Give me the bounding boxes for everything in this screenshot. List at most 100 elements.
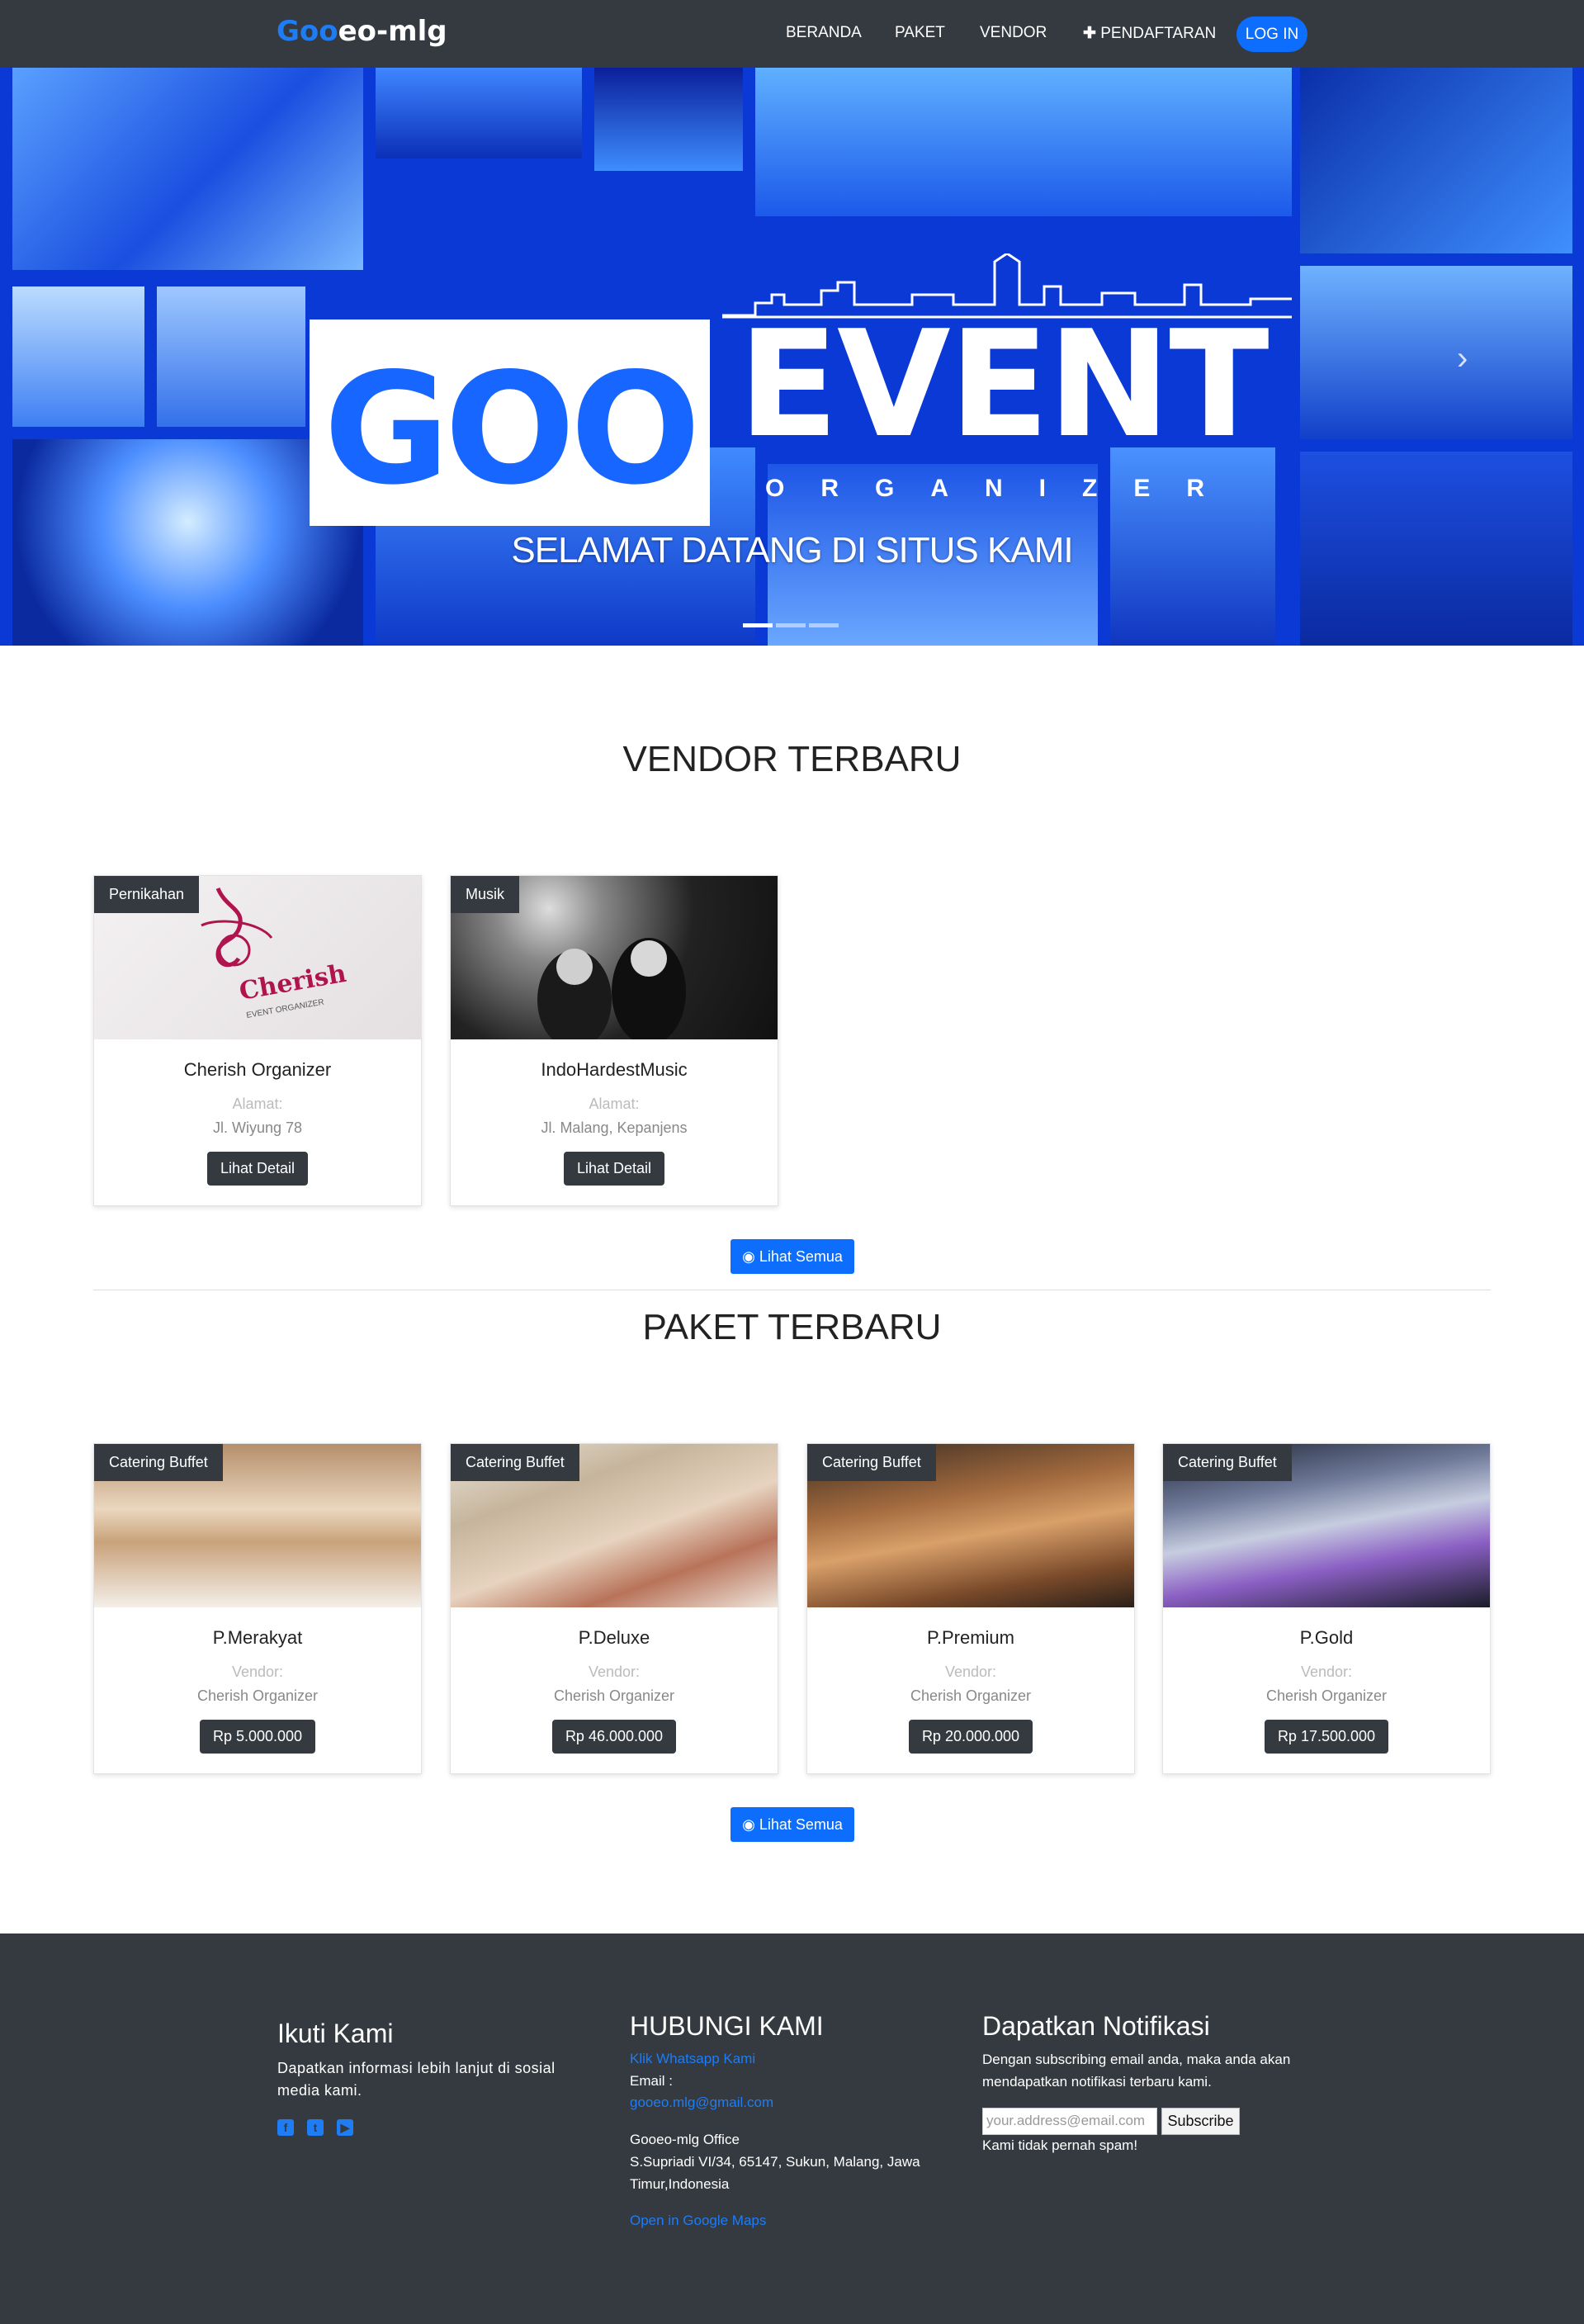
no-spam-text: Kami tidak pernah spam! [982,2137,1138,2153]
package-price-button[interactable]: Rp 17.500.000 [1264,1720,1389,1754]
hero-photo-tile [12,286,144,427]
nav-pendaftaran-label: PENDAFTARAN [1100,25,1217,42]
vendor-section-title: VENDOR TERBARU [622,739,962,779]
package-section-title: PAKET TERBARU [642,1307,942,1347]
package-vendor-label: Vendor: [588,1664,641,1680]
package-vendor: Cherish Organizer [196,1687,319,1704]
eye-icon: ◉ [742,1248,755,1265]
subscribe-email-input[interactable]: your.address@email.com [982,2108,1157,2135]
carousel-indicator[interactable] [776,623,806,627]
hero-photo-tile [594,68,743,171]
vendor-address-label: Alamat: [589,1096,640,1112]
carousel-indicators [743,617,842,632]
package-card: Catering Buffet P.Gold Vendor: Cherish O… [1162,1443,1491,1774]
package-image: Catering Buffet [1163,1444,1490,1607]
package-name: P.Merakyat [212,1627,303,1648]
brand-logo[interactable]: Gooeo-mlg [277,15,447,48]
twitter-icon[interactable]: t [307,2119,324,2136]
hero-photo-tile [1300,68,1572,253]
package-card: Catering Buffet P.Merakyat Vendor: Cheri… [93,1443,422,1774]
logo-organizer: ORGANIZER [765,475,1241,502]
nav-paket[interactable]: PAKET [895,24,945,42]
hero-caption: SELAMAT DATANG DI SITUS KAMI [511,530,1073,570]
notif-title: Dapatkan Notifikasi [982,2011,1210,2041]
carousel-indicator[interactable] [809,623,839,627]
vendor-see-all-button[interactable]: ◉ Lihat Semua [731,1239,854,1274]
nav-beranda[interactable]: BERANDA [786,24,862,42]
footer [0,1934,1584,2324]
vendor-detail-button[interactable]: Lihat Detail [563,1152,665,1186]
brand-part-1: Goo [277,15,338,48]
navbar: Gooeo-mlg BERANDA PAKET VENDOR ✚ PENDAFT… [0,0,1584,68]
vendor-name: Cherish Organizer [183,1059,332,1080]
vendor-see-all-label: Lihat Semua [759,1248,843,1265]
goo-event-logo: GOO EVENT ORGANIZER [310,253,1292,526]
email-link[interactable]: gooeo.mlg@gmail.com [630,2094,773,2111]
notif-text-1: Dengan subscribing email anda, maka anda… [982,2052,1291,2067]
follow-text-2: media kami. [277,2082,362,2099]
package-vendor: Cherish Organizer [910,1687,1032,1704]
package-see-all-button[interactable]: ◉ Lihat Semua [731,1807,854,1842]
eye-icon: ◉ [742,1816,755,1833]
package-image: Catering Buffet [807,1444,1134,1607]
package-see-all-label: Lihat Semua [759,1816,843,1833]
login-button[interactable]: LOG IN [1236,17,1307,52]
package-category-badge: Catering Buffet [451,1444,579,1481]
youtube-icon[interactable]: ▶ [337,2119,353,2136]
vendor-image: Musik [451,876,778,1039]
package-price-button[interactable]: Rp 20.000.000 [908,1720,1033,1754]
package-category-badge: Catering Buffet [94,1444,223,1481]
contact-title: HUBUNGI KAMI [630,2011,824,2041]
office-address-2: Timur,Indonesia [630,2176,730,2192]
notif-text-2: mendapatkan notifikasi terbaru kami. [982,2074,1212,2090]
package-category-badge: Catering Buffet [807,1444,936,1481]
subscribe-button[interactable]: Subscribe [1161,2108,1240,2135]
package-vendor: Cherish Organizer [1265,1687,1388,1704]
package-price-button[interactable]: Rp 46.000.000 [551,1720,677,1754]
facebook-icon[interactable]: f [277,2119,294,2136]
carousel-next-icon[interactable]: › [1457,340,1468,377]
package-name: P.Deluxe [578,1627,650,1648]
vendor-name: IndoHardestMusic [541,1059,688,1080]
vendor-image: Cherish EVENT ORGANIZER Pernikahan [94,876,421,1039]
vendor-detail-button[interactable]: Lihat Detail [206,1152,309,1186]
vendor-address: Jl. Malang, Kepanjens [541,1119,688,1136]
hero-carousel: GOO EVENT ORGANIZER SELAMAT DATANG DI SI… [0,68,1584,646]
follow-title: Ikuti Kami [277,2019,394,2048]
social-links: f t ▶ [277,2119,366,2136]
goo-box: GOO [310,319,710,526]
hero-photo-tile [12,68,363,270]
package-vendor-label: Vendor: [231,1664,284,1680]
hero-photo-tile [755,68,1292,216]
vendor-category-badge: Pernikahan [94,876,200,913]
office-name: Gooeo-mlg Office [630,2132,740,2147]
vendor-address: Jl. Wiyung 78 [212,1119,303,1136]
plus-icon: ✚ [1083,25,1096,42]
hero-photo-tile [376,68,582,159]
package-card: Catering Buffet P.Premium Vendor: Cheris… [806,1443,1135,1774]
vendor-card: Cherish EVENT ORGANIZER Pernikahan Cheri… [93,875,422,1206]
carousel-indicator[interactable] [743,623,773,627]
vendor-address-label: Alamat: [232,1096,283,1112]
package-image: Catering Buffet [451,1444,778,1607]
package-category-badge: Catering Buffet [1163,1444,1292,1481]
package-name: P.Premium [927,1627,1014,1648]
logo-goo: GOO [324,339,701,518]
nav-pendaftaran[interactable]: ✚ PENDAFTARAN [1083,24,1216,43]
package-image: Catering Buffet [94,1444,421,1607]
email-label: Email : [630,2073,673,2089]
logo-event: EVENT [738,299,1269,470]
svg-text:Cherish: Cherish [237,959,348,1006]
follow-text-1: Dapatkan informasi lebih lanjut di sosia… [277,2060,556,2076]
hero-photo-tile [157,286,305,427]
package-name: P.Gold [1299,1627,1354,1648]
nav-vendor[interactable]: VENDOR [980,24,1047,42]
vendor-category-badge: Musik [451,876,520,913]
whatsapp-link[interactable]: Klik Whatsapp Kami [630,2051,755,2067]
vendor-card: Musik IndoHardestMusic Alamat: Jl. Malan… [450,875,778,1206]
hero-photo-tile [1300,266,1572,439]
google-maps-link[interactable]: Open in Google Maps [630,2213,766,2229]
package-price-button[interactable]: Rp 5.000.000 [199,1720,316,1754]
package-vendor-label: Vendor: [944,1664,997,1680]
package-vendor-label: Vendor: [1300,1664,1353,1680]
